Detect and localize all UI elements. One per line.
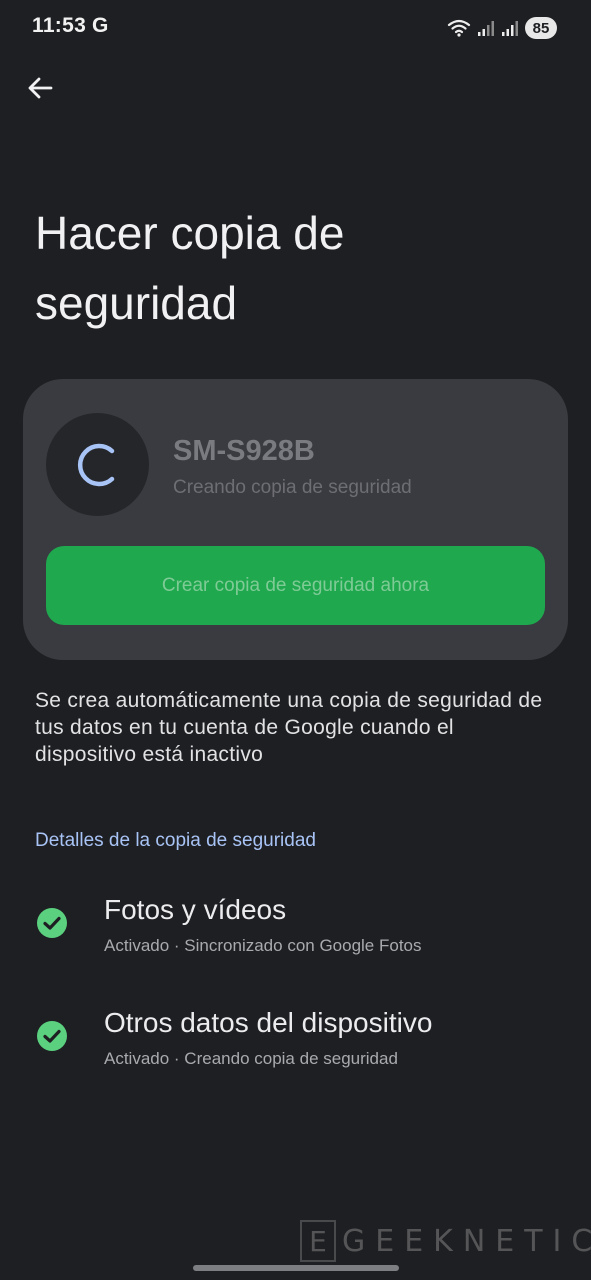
backup-details-link[interactable]: Detalles de la copia de seguridad — [35, 830, 316, 852]
backup-screen: 11:53 G 85 Hacer copia de seguridad SM-S… — [0, 0, 591, 1280]
watermark-text: GEEKNETIC — [342, 1223, 591, 1259]
page-title: Hacer copia de seguridad — [35, 207, 345, 329]
home-indicator[interactable] — [193, 1265, 399, 1271]
signal-icon — [478, 21, 494, 36]
check-circle-icon — [37, 1021, 67, 1051]
detail-other-device-data[interactable]: Otros datos del dispositivo Activado · C… — [0, 1007, 591, 1087]
battery-icon: 85 — [525, 17, 557, 39]
watermark-box: E — [300, 1220, 336, 1262]
signal-icon — [502, 21, 518, 36]
detail-title: Fotos y vídeos — [104, 894, 287, 925]
detail-subtitle: Activado · Sincronizado con Google Fotos — [104, 936, 422, 955]
google-status-icon: G — [92, 14, 109, 37]
backup-status-card: SM-S928B Creando copia de seguridad Crea… — [23, 379, 568, 660]
detail-title: Otros datos del dispositivo — [104, 1007, 433, 1038]
backup-description: Se crea automáticamente una copia de seg… — [35, 689, 543, 766]
status-icons: 85 — [447, 16, 557, 40]
device-backup-status: Creando copia de seguridad — [173, 477, 412, 498]
device-name: SM-S928B — [173, 435, 315, 467]
arrow-left-icon — [28, 77, 53, 99]
back-button[interactable] — [22, 70, 58, 106]
check-circle-icon — [37, 908, 67, 938]
detail-photos-videos[interactable]: Fotos y vídeos Activado · Sincronizado c… — [0, 894, 591, 974]
wifi-icon — [447, 19, 471, 37]
progress-spinner-icon — [77, 443, 114, 486]
status-bar: 11:53 G 85 — [0, 0, 591, 56]
detail-subtitle: Activado · Creando copia de seguridad — [104, 1049, 398, 1068]
device-avatar — [46, 413, 149, 516]
backup-now-button[interactable]: Crear copia de seguridad ahora — [46, 546, 545, 625]
status-time: 11:53 — [32, 14, 87, 37]
watermark-logo: E GEEKNETIC — [300, 1220, 591, 1262]
